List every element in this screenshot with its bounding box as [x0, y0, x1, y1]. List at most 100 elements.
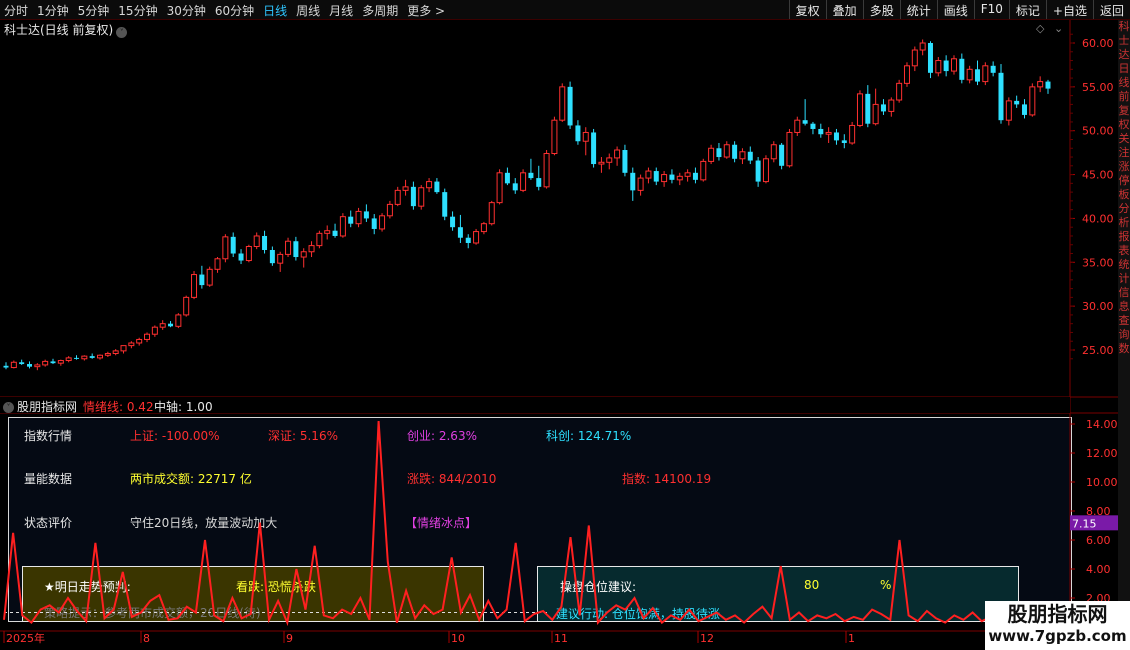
candle-body: [348, 216, 354, 224]
candle-body: [10, 361, 17, 369]
period-tab[interactable]: 1分钟: [37, 2, 69, 19]
right-info-stripe[interactable]: 科士达日线前复权关注涨停板分析报表统计信息查询数: [1118, 20, 1130, 650]
candle-body: [324, 230, 331, 234]
candle-body: [959, 58, 965, 80]
candle-body: [65, 357, 72, 362]
candle-body: [89, 356, 95, 358]
candle-body: [34, 364, 41, 368]
candle-body: [770, 144, 777, 160]
indicator-header: ˅ 股朋指标网 情绪线: 0.42 中轴: 1.00: [0, 397, 1070, 414]
stripe-char: 息: [1118, 300, 1130, 313]
period-tab[interactable]: 多周期: [362, 2, 398, 19]
toolbar-button[interactable]: 复权: [788, 0, 826, 19]
candle-body: [622, 150, 628, 173]
period-tab[interactable]: 5分钟: [78, 2, 110, 19]
candle-body: [802, 120, 808, 124]
indicator-tick-label: 12.00: [1086, 447, 1118, 460]
candle-body: [591, 132, 597, 165]
candle-body: [598, 161, 605, 165]
stripe-char: 士: [1118, 34, 1130, 47]
candle-body: [386, 203, 393, 217]
candle-body: [104, 353, 111, 356]
candle-body: [1014, 100, 1020, 105]
candle-body: [27, 364, 33, 367]
emotion-line: [3, 421, 1001, 627]
candle-body: [57, 360, 64, 364]
candle-body: [175, 314, 182, 327]
watermark-title: 股朋指标网: [1007, 602, 1108, 626]
candle-body: [708, 147, 715, 162]
candle-body: [300, 251, 307, 258]
candle-body: [363, 211, 369, 219]
candle-body: [755, 160, 761, 182]
candle-body: [253, 235, 260, 247]
stripe-char: 复: [1118, 104, 1130, 117]
date-label: 12: [700, 632, 714, 645]
period-tab[interactable]: 15分钟: [118, 2, 157, 19]
date-label: 8: [143, 632, 150, 645]
candle-body: [120, 345, 127, 352]
candle-body: [676, 175, 683, 181]
toolbar-button[interactable]: 标记: [1008, 0, 1046, 19]
stripe-char: 注: [1118, 146, 1130, 159]
period-tab[interactable]: 月线: [329, 2, 353, 19]
candle-body: [442, 192, 448, 217]
candle-body: [935, 60, 942, 74]
candle-body: [418, 187, 425, 207]
candle-body: [230, 236, 236, 254]
candle-body: [457, 227, 463, 238]
candle-body: [426, 181, 433, 189]
candle-body: [285, 240, 292, 255]
period-tab[interactable]: 分时: [4, 2, 28, 19]
candle-body: [402, 186, 409, 191]
candle-body: [990, 65, 996, 73]
candle-body: [739, 151, 746, 160]
toolbar-button[interactable]: 画线: [936, 0, 974, 19]
candle-body: [856, 93, 863, 126]
candle-body: [919, 42, 926, 51]
candle-body: [371, 218, 377, 229]
collapse-icon[interactable]: ˅: [3, 398, 14, 413]
candle-body: [128, 342, 135, 347]
date-label: 10: [451, 632, 465, 645]
date-label: 1: [848, 632, 855, 645]
candle-body: [238, 253, 244, 261]
toolbar-button[interactable]: 统计: [899, 0, 937, 19]
stripe-char: 前: [1118, 90, 1130, 103]
candle-body: [528, 172, 534, 179]
indicator-chart: 14.0012.0010.008.006.004.002.007.152025年…: [0, 413, 1118, 650]
candle-body: [159, 323, 166, 328]
candle-body: [536, 178, 542, 187]
indicator-tick-label: 4.00: [1086, 563, 1111, 576]
toolbar-button[interactable]: 多股: [862, 0, 900, 19]
period-tab[interactable]: 60分钟: [215, 2, 254, 19]
candle-body: [880, 104, 886, 112]
candle-body: [747, 151, 753, 161]
stripe-char: 报: [1118, 230, 1130, 243]
toolbar-button[interactable]: F10: [973, 0, 1009, 19]
period-tab[interactable]: 日线: [263, 2, 287, 19]
candle-body: [779, 144, 785, 166]
stripe-char: 询: [1118, 328, 1130, 341]
candle-body: [465, 237, 471, 243]
date-label: 11: [554, 632, 568, 645]
toolbar-button[interactable]: 叠加: [825, 0, 863, 19]
price-tick-label: 45.00: [1082, 169, 1114, 182]
period-tab[interactable]: 更多 >: [407, 2, 445, 19]
toolbar-button[interactable]: 返回: [1092, 0, 1130, 19]
candle-body: [496, 172, 503, 204]
candle-body: [903, 65, 910, 84]
period-tab[interactable]: 30分钟: [167, 2, 206, 19]
period-tab[interactable]: 周线: [296, 2, 320, 19]
candle-body: [1029, 86, 1036, 116]
candle-body: [262, 235, 268, 251]
candle-body: [896, 82, 903, 101]
candle-body: [692, 172, 698, 180]
candle-body: [1005, 100, 1012, 121]
candle-body: [849, 124, 856, 144]
stripe-char: 停: [1118, 174, 1130, 187]
period-toolbar: 分时 1分钟 5分钟 15分钟 30分钟 60分钟 日线 周线 月线 多周期 更多 > 复权 叠加 多股…: [0, 0, 1130, 20]
candle-body: [355, 210, 362, 225]
candle-body: [943, 60, 949, 72]
toolbar-button[interactable]: +自选: [1045, 0, 1093, 19]
